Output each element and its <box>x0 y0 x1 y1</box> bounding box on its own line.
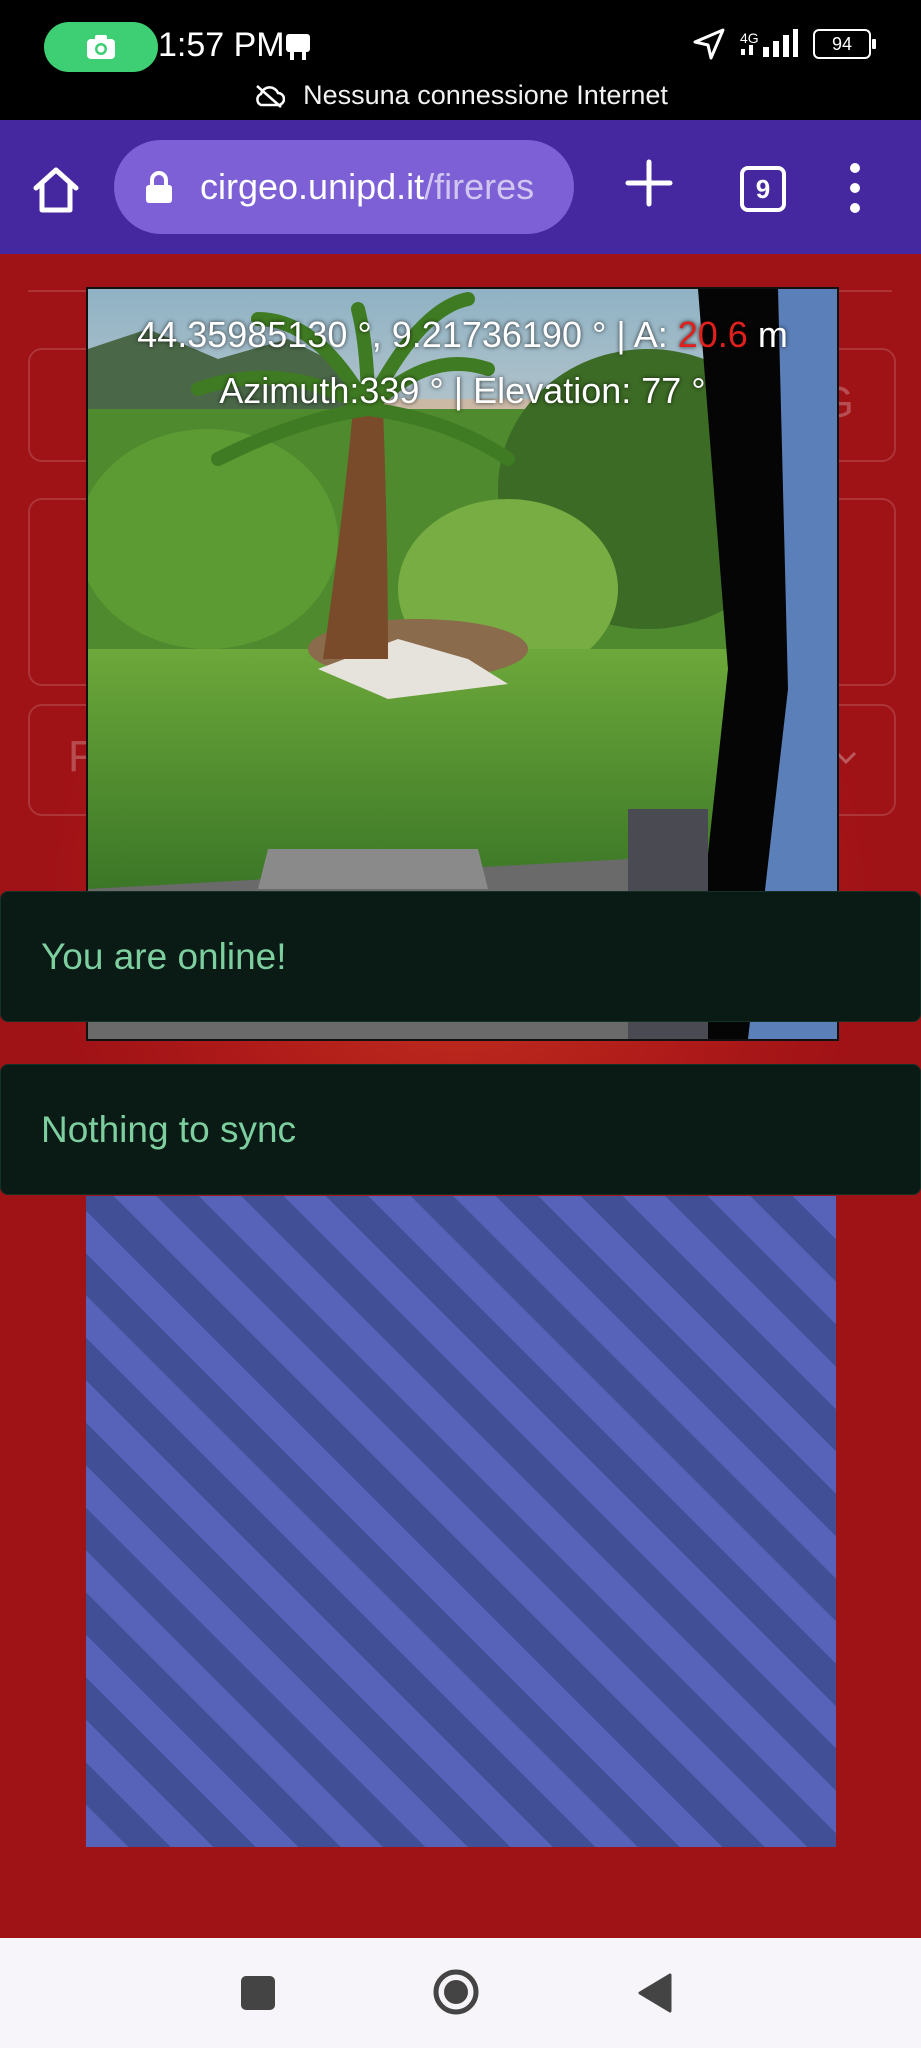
toast-message: You are online! <box>41 935 287 977</box>
coordinates-text: 44.35985130 °, 9.21736190 ° | A: <box>137 314 678 355</box>
photo-overlay: 44.35985130 °, 9.21736190 ° | A: 20.6 m … <box>88 307 837 419</box>
cloud-off-icon <box>256 84 286 108</box>
screen-recording-indicator[interactable] <box>44 22 158 72</box>
tab-switcher-button[interactable]: 9 <box>740 166 786 212</box>
toast-online[interactable]: You are online! <box>0 891 921 1022</box>
url-path: /fireres <box>424 166 535 207</box>
back-button-icon[interactable] <box>636 1972 674 2014</box>
camera-icon <box>87 35 115 59</box>
orientation-line: Azimuth:339 ° | Elevation: 77 ° <box>219 370 706 411</box>
home-icon[interactable] <box>30 164 82 216</box>
toast-message: Nothing to sync <box>41 1108 297 1150</box>
clock: 1:57 PM <box>158 26 285 64</box>
system-navigation-bar <box>0 1938 921 2048</box>
signal-icon <box>741 29 798 57</box>
url-host: cirgeo.unipd.it <box>200 166 425 207</box>
altitude-value: 20.6 <box>677 314 748 355</box>
notification-icon <box>286 34 310 60</box>
battery-icon: 94 <box>813 29 876 59</box>
url-text[interactable]: cirgeo.unipd.it/fireres <box>200 166 534 208</box>
home-button-icon[interactable] <box>432 1968 480 2016</box>
toast-sync[interactable]: Nothing to sync <box>0 1064 921 1195</box>
browser-toolbar: cirgeo.unipd.it/fireres 9 <box>0 120 921 254</box>
new-tab-icon[interactable] <box>622 156 676 210</box>
offline-text: Nessuna connessione Internet <box>303 80 668 110</box>
offline-banner: Nessuna connessione Internet <box>0 80 921 111</box>
recent-apps-button[interactable] <box>241 1976 275 2010</box>
image-placeholder <box>86 1196 836 1847</box>
coordinates-line: 44.35985130 °, 9.21736190 ° | A: 20.6 m <box>88 307 837 363</box>
status-bar: 1:57 PM 4G 94 Nessuna connessione Intern… <box>0 0 921 120</box>
location-icon <box>693 28 725 60</box>
more-options-icon[interactable] <box>840 160 870 216</box>
address-bar[interactable]: cirgeo.unipd.it/fireres <box>114 140 574 234</box>
lock-icon <box>146 171 172 203</box>
altitude-unit: m <box>747 314 788 355</box>
